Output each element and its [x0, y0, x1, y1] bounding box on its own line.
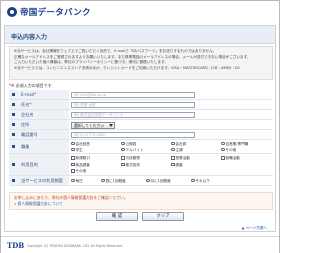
frequency-option[interactable]: 月に1回程度: [146, 178, 171, 184]
bullet-icon: [12, 145, 15, 148]
company-label: 会社名: [21, 111, 34, 117]
footer-logo: TDB: [7, 241, 25, 250]
address-label: 住所: [21, 121, 30, 127]
radio-icon[interactable]: [191, 178, 195, 182]
checkbox-icon[interactable]: [171, 162, 175, 166]
radio-icon[interactable]: [171, 147, 175, 151]
radio-icon[interactable]: [101, 178, 105, 182]
form-row-name: 氏名* 例) 帝国 太郎: [9, 100, 273, 110]
checkbox-icon[interactable]: [171, 156, 175, 160]
purpose-checkbox[interactable]: 与信管理: [121, 156, 140, 161]
frequency-option[interactable]: それ以下: [191, 178, 210, 184]
purpose-checkbox[interactable]: 商品調査: [71, 162, 90, 168]
clear-button[interactable]: クリア: [142, 212, 184, 221]
application-form-panel: 申込内容入力 ※当サービスは、会社情報をウェブ上でご覧いただく目的で、E-mai…: [4, 25, 276, 232]
privacy-policy-link[interactable]: » 個人情報保護方針について: [14, 201, 268, 207]
name-field[interactable]: 例) 帝国 太郎: [71, 102, 195, 108]
occupation-label: 職業: [21, 143, 30, 149]
checkbox-icon[interactable]: [71, 156, 75, 160]
notice-box: ※当サービスは、会社情報をウェブ上でご覧いただく目的で、E-mailで「ID/パ…: [9, 46, 273, 80]
radio-icon[interactable]: [171, 141, 175, 145]
checkbox-icon[interactable]: [71, 169, 75, 173]
tdb-logo-icon: [7, 7, 17, 17]
form-row-company: 会社名 例) 株式会社帝国データバンク: [9, 110, 273, 120]
bullet-icon: [12, 179, 15, 182]
occupation-option[interactable]: 自営業/専門職: [221, 141, 248, 147]
occupation-option[interactable]: 主婦: [171, 147, 183, 153]
chevron-down-icon: [109, 124, 113, 127]
bullet-icon: [12, 93, 15, 96]
page-top-link[interactable]: ▲ ページ先頭へ: [242, 226, 267, 231]
prefecture-select[interactable]: 選択してください: [71, 122, 115, 129]
form-row-address: 住所 選択してください: [9, 120, 273, 130]
occupation-option[interactable]: その他: [221, 147, 236, 153]
purpose-label: 利用目的: [21, 161, 38, 167]
bullet-icon: [12, 113, 15, 116]
brand-logo-text[interactable]: 帝国データバンク: [20, 6, 91, 18]
form-row-purpose: 利用目的 新規取引 与信管理 営業活動 就職活動 商品調査 株式投資 調査 その…: [9, 154, 273, 176]
footer: TDB Copyright (C) TEIKOKU DATABANK, LTD.…: [1, 236, 279, 253]
purpose-checkbox[interactable]: 新規取引: [71, 156, 90, 161]
radio-icon[interactable]: [71, 147, 75, 151]
notice-line: ※当サービスでは、コンビニエンスストア決済のほか、クレジットカードをご利用いただ…: [14, 65, 241, 70]
frequency-option[interactable]: 週に1回程度: [101, 178, 126, 184]
phone-label: 電話番号: [21, 131, 38, 137]
radio-icon[interactable]: [71, 141, 75, 145]
bullet-icon: [12, 163, 15, 166]
copyright-text: Copyright (C) TEIKOKU DATABANK, LTD. All…: [27, 244, 123, 248]
occupation-option[interactable]: 公務員: [121, 141, 136, 147]
checkbox-icon[interactable]: [121, 162, 125, 166]
frequency-option[interactable]: 毎日: [71, 178, 83, 184]
caution-box: お申し込みにあたり、弊社の個人情報保護方針をご確認ください。 » 個人情報保護方…: [9, 192, 273, 210]
purpose-checkbox[interactable]: 就職活動: [221, 156, 240, 161]
purpose-checkbox[interactable]: 調査: [171, 162, 183, 168]
frequency-label: 当サービスの利用頻度: [21, 177, 63, 183]
form-row-frequency: 当サービスの利用頻度 毎日 週に1回程度 月に1回程度 それ以下: [9, 176, 273, 186]
form-row-occupation: 職業 会社経営 公務員 会社員 自営業/専門職 学生 アルバイト 主婦 その他: [9, 140, 273, 154]
email-field[interactable]: 例) info@tdb.co.jp: [71, 92, 195, 98]
occupation-option[interactable]: 学生: [71, 147, 83, 153]
radio-icon[interactable]: [121, 141, 125, 145]
radio-icon[interactable]: [71, 178, 75, 182]
checkbox-icon[interactable]: [121, 156, 125, 160]
radio-icon[interactable]: [221, 147, 225, 151]
application-form: E-mail* 例) info@tdb.co.jp 氏名* 例) 帝国 太郎 会…: [9, 90, 273, 186]
occupation-option[interactable]: 会社経営: [71, 141, 90, 147]
bullet-icon: [12, 123, 15, 126]
phone-field[interactable]: 例) 03-5775-3000: [71, 132, 195, 138]
occupation-option[interactable]: アルバイト: [121, 147, 143, 153]
purpose-checkbox[interactable]: その他: [71, 169, 86, 174]
bullet-icon: [12, 103, 15, 106]
radio-icon[interactable]: [121, 147, 125, 151]
form-row-phone: 電話番号 例) 03-5775-3000: [9, 130, 273, 140]
checkbox-icon[interactable]: [71, 162, 75, 166]
bullet-icon: [12, 133, 15, 136]
radio-icon[interactable]: [146, 178, 150, 182]
form-row-email: E-mail* 例) info@tdb.co.jp: [9, 90, 273, 100]
checkbox-icon[interactable]: [221, 156, 225, 160]
purpose-checkbox[interactable]: 営業活動: [171, 156, 190, 161]
confirm-button[interactable]: 確 認: [96, 212, 138, 221]
email-label: E-mail: [21, 91, 35, 97]
company-field[interactable]: 例) 株式会社帝国データバンク: [71, 112, 195, 118]
header: 帝国データバンク: [1, 1, 279, 25]
purpose-checkbox[interactable]: 株式投資: [121, 162, 140, 168]
occupation-option[interactable]: 会社員: [171, 141, 186, 147]
radio-icon[interactable]: [221, 141, 225, 145]
browser-window: 帝国データバンク 申込内容入力 ※当サービスは、会社情報をウェブ上でご覧いただく…: [0, 0, 280, 253]
required-note: *※ 必須入力の項目です: [9, 83, 52, 88]
page-title: 申込内容入力: [5, 26, 275, 44]
